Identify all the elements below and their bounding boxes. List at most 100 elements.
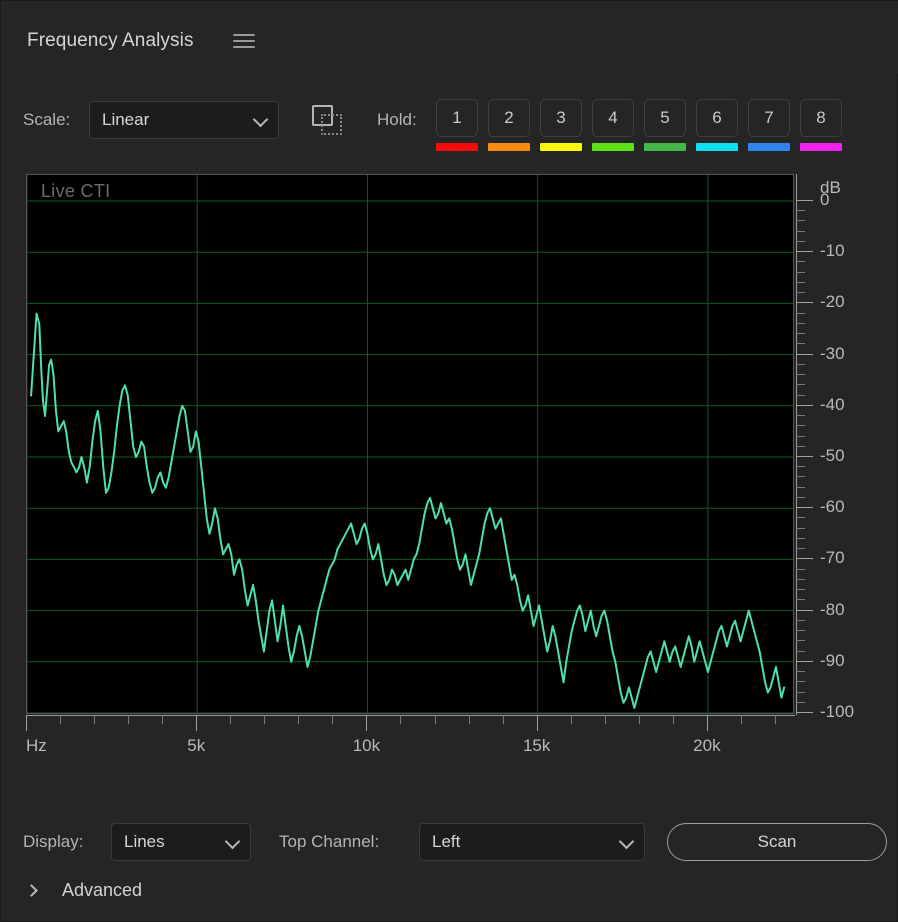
db-tick <box>796 435 805 437</box>
hz-tick <box>332 715 334 724</box>
hold-color-swatch-2 <box>488 143 530 151</box>
hz-tick <box>536 715 538 731</box>
db-tick <box>796 445 805 447</box>
hz-tick <box>672 715 674 724</box>
frequency-analysis-panel: Frequency Analysis Scale: Linear Hold: 1… <box>0 0 898 922</box>
snapshot-dotted-square <box>321 114 342 135</box>
db-axis: dB 0 -10 -20 -30 -40 -50 -60 -70 -80 -90 -100 <box>796 174 896 721</box>
top-channel-select[interactable]: Left <box>419 823 645 861</box>
db-tick <box>796 251 813 253</box>
db-tick <box>796 353 813 355</box>
db-tick <box>796 312 805 314</box>
display-select[interactable]: Lines <box>111 823 251 861</box>
db-tick <box>796 568 805 570</box>
top-channel-select-value: Left <box>432 832 461 851</box>
db-tick-label: -50 <box>820 446 845 465</box>
db-tick <box>796 609 813 611</box>
hold-color-swatch-5 <box>644 143 686 151</box>
db-tick-label: -90 <box>820 650 845 670</box>
hold-button-7[interactable]: 7 <box>748 99 790 137</box>
hold-button-2[interactable]: 2 <box>488 99 530 137</box>
chevron-down-icon <box>224 833 241 850</box>
db-tick <box>796 558 813 560</box>
hold-color-swatch-8 <box>800 143 842 151</box>
hold-button-8[interactable]: 8 <box>800 99 842 137</box>
hold-cell-1: 1 <box>436 99 488 151</box>
hold-color-swatch-7 <box>748 143 790 151</box>
hamburger-line <box>233 40 255 42</box>
db-tick <box>796 281 805 283</box>
hold-cell-3: 3 <box>540 99 592 151</box>
hz-tick <box>298 715 300 724</box>
db-tick-label: 0 <box>820 190 830 209</box>
db-tick <box>796 548 805 550</box>
panel-titlebar: Frequency Analysis <box>1 1 898 73</box>
db-tick <box>796 650 805 652</box>
db-tick <box>796 333 805 335</box>
db-tick <box>796 200 813 201</box>
spectrum-graph[interactable]: Live CTI <box>26 174 794 714</box>
db-tick <box>796 517 805 519</box>
db-tick <box>796 701 805 703</box>
hz-tick-label: 5k <box>187 736 206 755</box>
hz-axis: Hz 5k 10k 15k 20k <box>26 715 796 765</box>
hold-button-6[interactable]: 6 <box>696 99 738 137</box>
db-tick <box>796 578 805 580</box>
hold-button-4[interactable]: 4 <box>592 99 634 137</box>
display-label: Display: <box>23 832 84 851</box>
hold-button-3[interactable]: 3 <box>540 99 582 137</box>
db-tick <box>796 292 805 294</box>
db-tick <box>796 640 805 642</box>
hold-color-swatch-6 <box>696 143 738 151</box>
hz-tick <box>230 715 232 724</box>
snapshot-freeze-icon[interactable] <box>312 105 348 137</box>
db-tick <box>796 537 805 539</box>
hold-label: Hold: <box>377 110 417 129</box>
hz-tick <box>264 715 266 724</box>
scale-select[interactable]: Linear <box>89 101 279 139</box>
db-tick <box>796 240 805 242</box>
db-tick-label: -10 <box>820 241 845 261</box>
hz-tick <box>740 715 742 724</box>
db-tick <box>796 599 805 601</box>
db-tick <box>796 456 813 457</box>
hold-color-swatch-4 <box>592 143 634 151</box>
hz-tick <box>196 715 198 731</box>
db-tick <box>796 302 813 304</box>
hold-cell-7: 7 <box>748 99 800 151</box>
hamburger-menu-icon[interactable] <box>233 34 255 50</box>
hold-cell-4: 4 <box>592 99 644 151</box>
hold-cell-6: 6 <box>696 99 748 151</box>
db-tick <box>796 322 805 324</box>
hamburger-line <box>233 34 255 36</box>
hold-button-5[interactable]: 5 <box>644 99 686 137</box>
db-tick <box>796 507 813 509</box>
hold-cell-8: 8 <box>800 99 852 151</box>
hz-tick <box>604 715 606 724</box>
hz-tick <box>400 715 402 724</box>
db-tick <box>796 425 805 427</box>
hold-cell-2: 2 <box>488 99 540 151</box>
db-tick <box>796 619 805 621</box>
db-tick <box>796 589 805 591</box>
hold-button-1[interactable]: 1 <box>436 99 478 137</box>
db-tick <box>796 466 805 468</box>
advanced-label: Advanced <box>62 879 143 900</box>
db-tick <box>796 527 805 529</box>
hz-tick <box>434 715 436 724</box>
db-tick <box>796 220 805 222</box>
hz-tick <box>468 715 470 724</box>
db-tick <box>796 363 805 365</box>
hz-unit-label: Hz <box>26 736 47 755</box>
advanced-disclosure[interactable]: Advanced <box>21 873 142 907</box>
chevron-right-icon <box>25 883 38 897</box>
hz-tick <box>774 715 776 724</box>
db-tick <box>796 261 805 263</box>
scan-button[interactable]: Scan <box>667 823 887 861</box>
db-tick <box>796 486 805 488</box>
db-tick-label: -70 <box>820 548 845 568</box>
chevron-down-icon <box>618 833 635 850</box>
db-tick <box>796 691 805 693</box>
db-tick <box>796 496 805 498</box>
db-tick <box>796 415 805 417</box>
